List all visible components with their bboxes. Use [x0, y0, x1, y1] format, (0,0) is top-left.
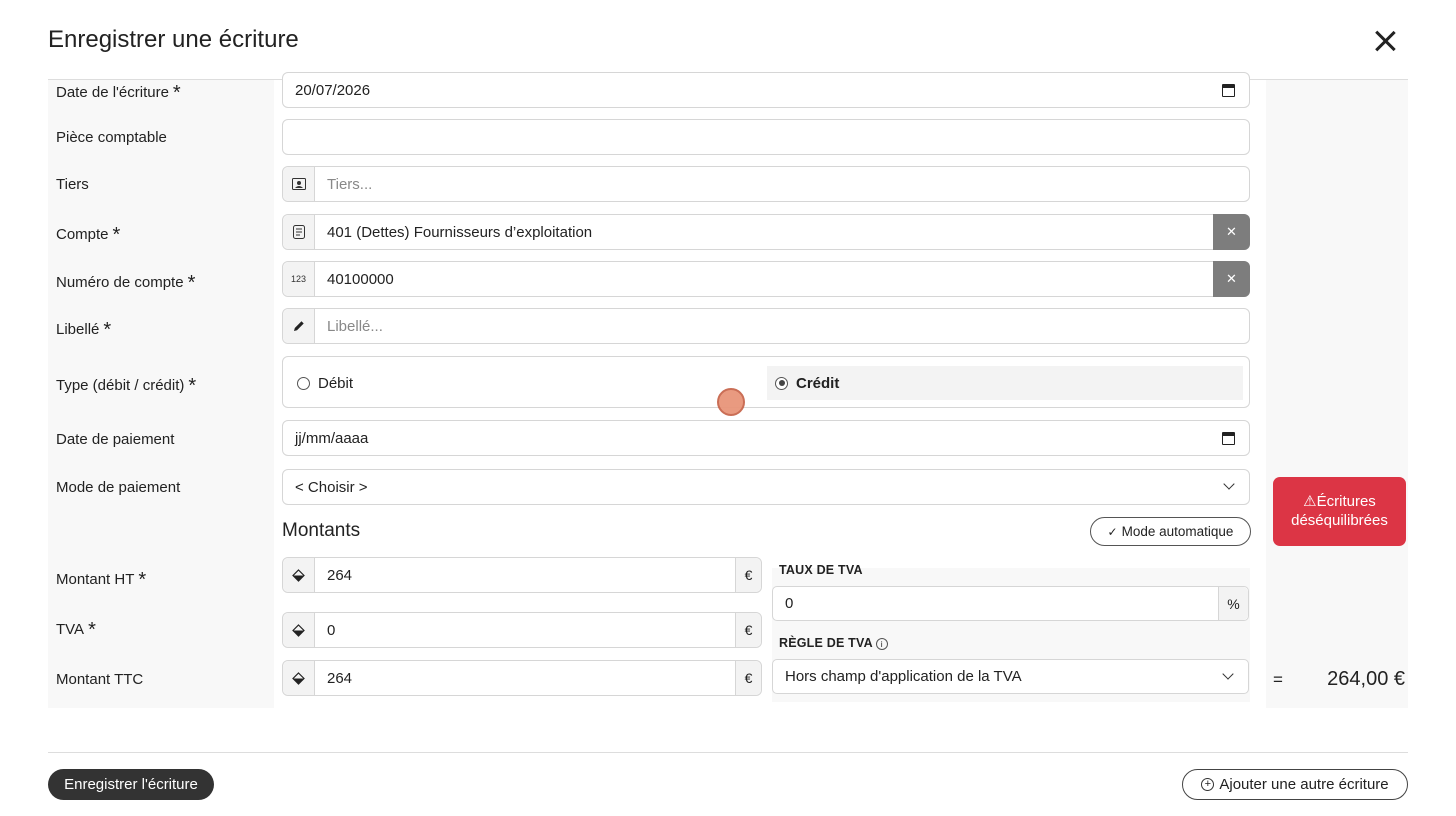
- numbers-icon: 123: [283, 262, 315, 296]
- footer-divider: [48, 752, 1408, 753]
- tiers-input[interactable]: Tiers...: [282, 166, 1250, 202]
- pencil-icon: [283, 309, 315, 343]
- tva-label: TVA *: [56, 619, 96, 641]
- chevron-down-icon: [1222, 668, 1234, 680]
- chevron-down-icon: [1223, 478, 1235, 490]
- date-paiement-label: Date de paiement: [56, 431, 175, 448]
- add-another-entry-button[interactable]: + Ajouter une autre écriture: [1182, 769, 1408, 800]
- date-ecriture-label: Date de l'écriture *: [56, 82, 181, 104]
- numero-compte-label: Numéro de compte *: [56, 272, 196, 294]
- type-label: Type (débit / crédit) *: [56, 375, 197, 397]
- warning-icon: ⚠: [1303, 493, 1317, 510]
- compte-input[interactable]: 401 (Dettes) Fournisseurs d’exploitation…: [282, 214, 1250, 250]
- mode-paiement-select[interactable]: < Choisir >: [282, 469, 1250, 505]
- piece-label: Pièce comptable: [56, 129, 167, 146]
- numero-compte-input[interactable]: 123 40100000 ✕: [282, 261, 1250, 297]
- regle-tva-select[interactable]: Hors champ d'application de la TVA: [772, 659, 1249, 694]
- tag-icon: [283, 613, 315, 647]
- clear-compte-button[interactable]: ✕: [1213, 214, 1250, 250]
- radio-credit-dot[interactable]: [775, 376, 788, 390]
- montants-title: Montants: [282, 520, 361, 541]
- clear-numero-button[interactable]: ✕: [1213, 261, 1250, 297]
- tag-icon: [283, 558, 315, 592]
- piece-input[interactable]: [282, 119, 1250, 155]
- unbalanced-alert[interactable]: ⚠Écritures déséquilibrées: [1273, 477, 1406, 546]
- tiers-label: Tiers: [56, 176, 89, 193]
- montant-ttc-label: Montant TTC: [56, 671, 144, 688]
- auto-mode-button[interactable]: ✓ Mode automatique: [1090, 517, 1251, 546]
- close-icon[interactable]: [1370, 26, 1400, 56]
- montant-ht-input[interactable]: 264 €: [282, 557, 762, 593]
- date-paiement-input[interactable]: jj/mm/aaaa: [282, 420, 1250, 456]
- cursor-indicator: [717, 388, 745, 416]
- libelle-label: Libellé *: [56, 319, 112, 341]
- compte-label: Compte *: [56, 224, 121, 246]
- plus-circle-icon: +: [1201, 778, 1215, 791]
- contact-card-icon: [283, 167, 315, 201]
- libelle-input[interactable]: Libellé...: [282, 308, 1250, 344]
- taux-tva-input[interactable]: 0 %: [772, 586, 1249, 621]
- calendar-icon[interactable]: [1222, 84, 1235, 97]
- montant-ht-label: Montant HT *: [56, 569, 147, 591]
- info-icon[interactable]: i: [875, 638, 888, 650]
- modal-header: Enregistrer une écriture: [0, 0, 1456, 80]
- date-ecriture-input[interactable]: 20/07/2026: [282, 72, 1250, 108]
- calendar-icon[interactable]: [1222, 432, 1235, 445]
- mode-paiement-label: Mode de paiement: [56, 479, 181, 496]
- tva-input[interactable]: 0 €: [282, 612, 762, 648]
- regle-tva-label: RÈGLE DE TVA i: [779, 636, 888, 650]
- modal-title: Enregistrer une écriture: [48, 26, 299, 53]
- tag-icon: [283, 661, 315, 695]
- taux-tva-label: TAUX DE TVA: [779, 563, 863, 577]
- radio-debit-dot[interactable]: [297, 376, 310, 390]
- radio-credit[interactable]: Crédit: [767, 366, 1243, 400]
- type-radio-group: Débit Crédit: [282, 356, 1250, 408]
- check-icon: ✓: [1107, 524, 1118, 539]
- montant-ttc-input[interactable]: 264 €: [282, 660, 762, 696]
- total-amount: 264,00 €: [1327, 668, 1405, 690]
- equals-sign: =: [1273, 670, 1283, 689]
- radio-debit[interactable]: Débit: [297, 366, 353, 400]
- ledger-icon: [283, 215, 315, 249]
- balance-column: [1266, 80, 1408, 708]
- save-entry-button[interactable]: Enregistrer l'écriture: [48, 769, 214, 800]
